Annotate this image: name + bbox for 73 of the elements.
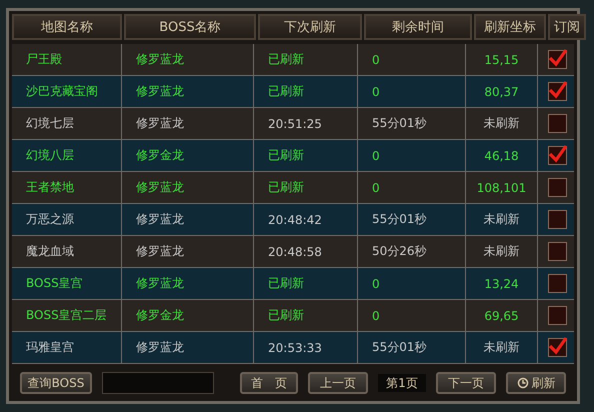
- table-cell: 0: [358, 172, 466, 203]
- table-cell: 55分01秒: [358, 108, 466, 139]
- page-label: 第1页: [378, 374, 426, 392]
- table-cell: 玛雅皇宫: [12, 332, 122, 363]
- table-cell: 46,18: [466, 140, 538, 171]
- next-page-button[interactable]: 下一页: [436, 372, 496, 394]
- table-cell: 修罗蓝龙: [122, 332, 254, 363]
- table-cell: 55分01秒: [358, 204, 466, 235]
- table-cell: 已刷新: [254, 172, 358, 203]
- table-cell: BOSS皇宫: [12, 268, 122, 299]
- table-cell: 修罗蓝龙: [122, 204, 254, 235]
- table-cell: 幻境八层: [12, 140, 122, 171]
- table-cell: 20:53:33: [254, 332, 358, 363]
- table-cell: 修罗蓝龙: [122, 268, 254, 299]
- table-cell: 未刷新: [466, 236, 538, 267]
- column-header: 剩余时间: [364, 14, 472, 40]
- column-header: 订阅: [548, 14, 586, 40]
- table-cell: BOSS皇宫二层: [12, 300, 122, 331]
- table-cell: 0: [358, 300, 466, 331]
- column-header: 下次刷新: [258, 14, 362, 40]
- table-cell: 已刷新: [254, 140, 358, 171]
- subscribe-checkbox[interactable]: [548, 338, 566, 357]
- table-cell: 0: [358, 268, 466, 299]
- subscribe-checkbox[interactable]: [548, 82, 566, 101]
- table-cell: 已刷新: [254, 268, 358, 299]
- subscribe-checkbox[interactable]: [548, 274, 566, 293]
- table-cell: 未刷新: [466, 204, 538, 235]
- table-cell: 13,24: [466, 268, 538, 299]
- table-cell: 修罗蓝龙: [122, 236, 254, 267]
- subscribe-checkbox[interactable]: [548, 50, 566, 69]
- table-cell: 修罗蓝龙: [122, 44, 254, 75]
- table-cell: 15,15: [466, 44, 538, 75]
- search-field[interactable]: [102, 372, 214, 394]
- table-cell: 修罗蓝龙: [122, 76, 254, 107]
- table-cell: 50分26秒: [358, 236, 466, 267]
- column-header: 地图名称: [12, 14, 122, 40]
- subscribe-checkbox[interactable]: [548, 178, 566, 197]
- column-header: BOSS名称: [124, 14, 256, 40]
- table-cell: 沙巴克藏宝阁: [12, 76, 122, 107]
- table-cell: 0: [358, 44, 466, 75]
- table-cell: 55分01秒: [358, 332, 466, 363]
- table-cell: 修罗蓝龙: [122, 172, 254, 203]
- table-cell: 20:51:25: [254, 108, 358, 139]
- table-cell: 魔龙血域: [12, 236, 122, 267]
- table-cell: 已刷新: [254, 76, 358, 107]
- subscribe-checkbox[interactable]: [548, 210, 566, 229]
- first-page-button[interactable]: 首 页: [240, 372, 298, 394]
- table-cell: 修罗金龙: [122, 140, 254, 171]
- search-boss-button[interactable]: 查询BOSS: [20, 372, 92, 394]
- previous-page-button[interactable]: 上一页: [308, 372, 368, 394]
- table-cell: 0: [358, 76, 466, 107]
- table-cell: 王者禁地: [12, 172, 122, 203]
- table-cell: 已刷新: [254, 44, 358, 75]
- table-cell: 修罗蓝龙: [122, 108, 254, 139]
- subscribe-checkbox[interactable]: [548, 114, 566, 133]
- table-cell: 20:48:42: [254, 204, 358, 235]
- table-cell: 万恶之源: [12, 204, 122, 235]
- table-cell: 修罗金龙: [122, 300, 254, 331]
- table-cell: 20:48:58: [254, 236, 358, 267]
- table-cell: 尸王殿: [12, 44, 122, 75]
- table-cell: 108,101: [466, 172, 538, 203]
- table-cell: 已刷新: [254, 300, 358, 331]
- table-cell: 80,37: [466, 76, 538, 107]
- subscribe-checkbox[interactable]: [548, 306, 566, 325]
- table-cell: 未刷新: [466, 332, 538, 363]
- subscribe-checkbox[interactable]: [548, 146, 566, 165]
- column-header: 刷新坐标: [474, 14, 546, 40]
- table-cell: 69,65: [466, 300, 538, 331]
- subscribe-checkbox[interactable]: [548, 242, 566, 261]
- refresh-button[interactable]: 刷新: [506, 372, 566, 394]
- table-cell: 0: [358, 140, 466, 171]
- table-cell: 幻境七层: [12, 108, 122, 139]
- table-cell: 未刷新: [466, 108, 538, 139]
